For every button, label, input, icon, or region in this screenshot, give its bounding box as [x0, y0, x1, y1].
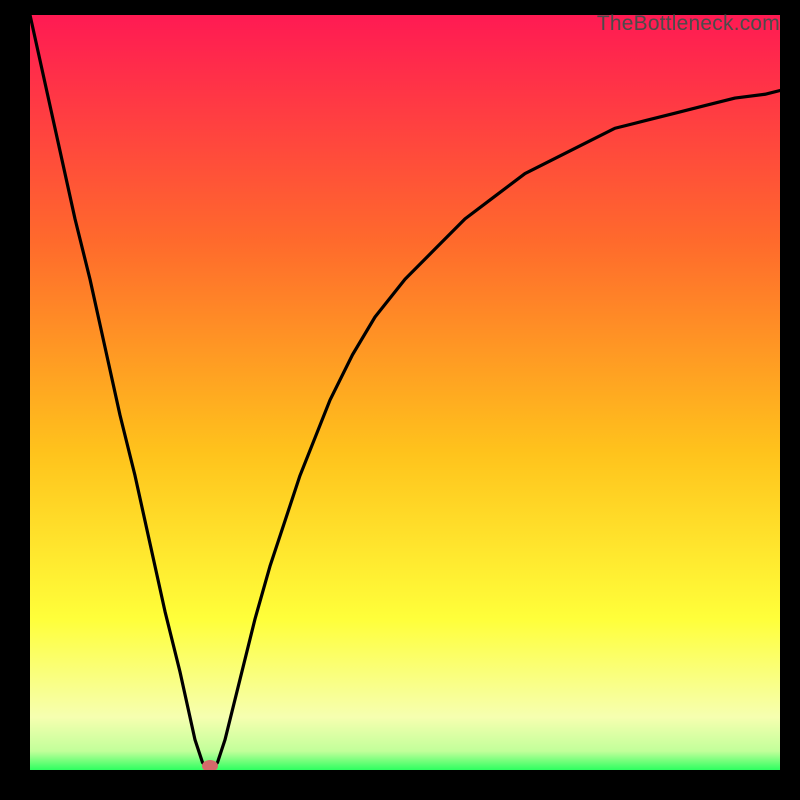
gradient-background: [30, 15, 780, 770]
bottleneck-chart: [30, 15, 780, 770]
chart-frame: TheBottleneck.com: [30, 15, 780, 770]
watermark-label: TheBottleneck.com: [597, 12, 780, 36]
